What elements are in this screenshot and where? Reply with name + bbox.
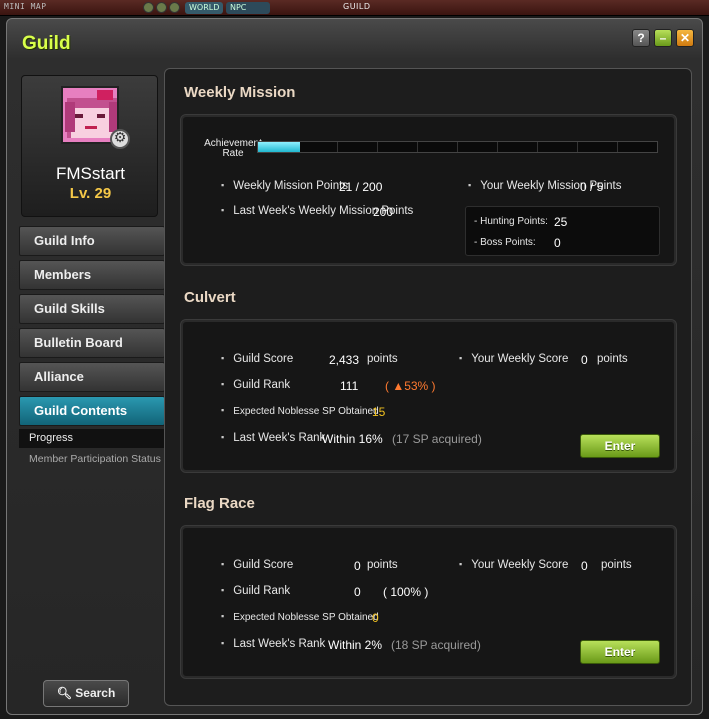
guild-level: Lv. 29: [69, 185, 112, 202]
minimize-button[interactable]: –: [654, 29, 672, 47]
close-button[interactable]: ✕: [676, 29, 694, 47]
achievement-rate-label: Achievement Rate: [204, 138, 262, 159]
nav-members[interactable]: Members: [19, 260, 165, 290]
map-toggle-icons[interactable]: [143, 2, 180, 13]
culvert-guild-rank-percent: ( ▲53% ): [385, 379, 436, 393]
culvert-enter-button[interactable]: Enter: [580, 434, 660, 458]
flag-last-week-rank-value: Within 2%: [328, 638, 383, 652]
flag-expected-sp-value: 0: [372, 611, 379, 625]
minimap-label[interactable]: MINI MAP: [4, 2, 47, 11]
flag-guild-rank-value: 0: [354, 585, 361, 599]
achievement-rate-fill: [258, 142, 300, 152]
flag-your-weekly-score-value: 0: [581, 559, 588, 573]
culvert-expected-sp-value: 15: [372, 405, 386, 419]
window-title: Guild: [22, 33, 71, 54]
your-weekly-mission-points-value: 0 / 5: [580, 180, 604, 194]
weekly-mission-points-label: Weekly Mission Points: [221, 180, 348, 192]
subnav-member-participation[interactable]: Member Participation Status: [29, 453, 161, 465]
hunting-points-label: - Hunting Points:: [474, 216, 548, 227]
search-button[interactable]: 🔍︎ Search: [43, 680, 129, 707]
subnav-progress[interactable]: Progress: [19, 429, 165, 448]
nav-alliance[interactable]: Alliance: [19, 362, 165, 392]
help-button[interactable]: ?: [632, 29, 650, 47]
boss-points-label: - Boss Points:: [474, 237, 536, 248]
flag-race-title: Flag Race: [184, 495, 255, 512]
guild-nav: Guild Info Members Guild Skills Bulletin…: [19, 226, 165, 430]
flag-guild-score-unit: points: [367, 559, 398, 571]
search-icon: 🔍︎: [56, 686, 72, 700]
culvert-guild-rank-label: Guild Rank: [221, 379, 290, 391]
flag-guild-rank-percent: ( 100% ): [383, 585, 429, 599]
flag-guild-score-label: Guild Score: [221, 559, 293, 571]
culvert-title: Culvert: [184, 289, 236, 306]
flag-enter-button[interactable]: Enter: [580, 640, 660, 664]
weekly-mission-title: Weekly Mission: [184, 84, 296, 101]
culvert-your-weekly-score-label: Your Weekly Score: [459, 353, 568, 365]
culvert-guild-score-unit: points: [367, 353, 398, 365]
gear-icon[interactable]: ⚙: [110, 129, 130, 149]
boss-points-value: 0: [554, 236, 561, 250]
guild-window: Guild ? – ✕ ⚙ FMSstart Lv. 29 Guild Info: [6, 18, 703, 715]
flag-last-week-rank-label: Last Week's Rank: [221, 638, 325, 650]
culvert-expected-sp-label: Expected Noblesse SP Obtained: [221, 406, 378, 417]
culvert-your-weekly-score-unit: points: [597, 353, 628, 365]
culvert-guild-rank-value: 111: [340, 379, 359, 393]
flag-expected-sp-label: Expected Noblesse SP Obtained: [221, 612, 378, 623]
weekly-mission-panel: Achievement Rate Weekly Mission Points 2…: [180, 114, 677, 266]
culvert-panel: Guild Score 2,433 points Your Weekly Sco…: [180, 319, 677, 473]
guild-profile-card: ⚙ FMSstart Lv. 29: [21, 75, 158, 217]
guild-tab-label: GUILD: [343, 2, 371, 11]
culvert-last-week-rank-value: Within 16%: [322, 432, 383, 446]
top-game-bar: MINI MAP WORLD NPC GUILD: [0, 0, 709, 16]
weekly-mission-points-value: 21 / 200: [339, 180, 383, 194]
achievement-rate-bar: [257, 141, 658, 153]
culvert-last-week-rank-label: Last Week's Rank: [221, 432, 325, 444]
flag-your-weekly-score-label: Your Weekly Score: [459, 559, 568, 571]
culvert-last-week-sp: (17 SP acquired): [392, 432, 482, 446]
nav-bulletin-board[interactable]: Bulletin Board: [19, 328, 165, 358]
nav-guild-info[interactable]: Guild Info: [19, 226, 165, 256]
hunting-points-value: 25: [554, 215, 568, 229]
flag-last-week-sp: (18 SP acquired): [391, 638, 481, 652]
search-button-label: Search: [75, 686, 116, 700]
culvert-guild-score-label: Guild Score: [221, 353, 293, 365]
flag-your-weekly-score-unit: points: [601, 559, 632, 571]
nav-guild-contents[interactable]: Guild Contents: [19, 396, 165, 426]
points-breakdown-box: - Hunting Points: 25 - Boss Points: 0: [465, 206, 660, 256]
culvert-your-weekly-score-value: 0: [581, 353, 588, 367]
flag-race-panel: Guild Score 0 points Your Weekly Score 0…: [180, 525, 677, 679]
culvert-guild-score-value: 2,433: [329, 353, 360, 367]
flag-guild-score-value: 0: [354, 559, 361, 573]
last-week-mission-points-value: 200: [373, 205, 394, 219]
world-tab[interactable]: WORLD: [185, 2, 223, 14]
npc-tab[interactable]: NPC: [226, 2, 270, 14]
guild-name: FMSstart: [56, 164, 125, 183]
guild-contents-panel: Weekly Mission Achievement Rate Weekly M…: [164, 68, 692, 706]
nav-guild-skills[interactable]: Guild Skills: [19, 294, 165, 324]
flag-guild-rank-label: Guild Rank: [221, 585, 290, 597]
